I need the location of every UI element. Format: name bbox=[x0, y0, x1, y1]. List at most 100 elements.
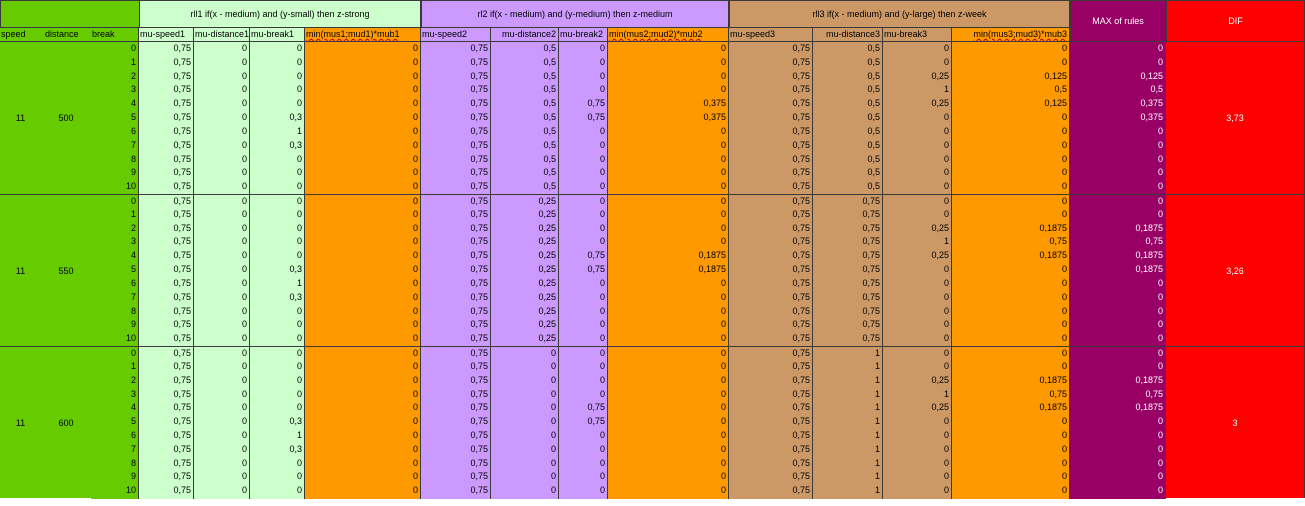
data-cell[interactable]: 0 bbox=[608, 484, 729, 499]
data-cell[interactable]: 0 bbox=[250, 97, 305, 112]
data-cell[interactable]: 0,5 bbox=[491, 180, 559, 195]
max-cell[interactable]: 0,1875 bbox=[1070, 249, 1166, 264]
break-header-cell[interactable]: break bbox=[91, 28, 139, 42]
break-cell[interactable]: 2 bbox=[91, 373, 139, 388]
data-cell[interactable]: 0 bbox=[194, 332, 250, 347]
data-cell[interactable]: 0 bbox=[559, 470, 608, 485]
data-cell[interactable]: 0 bbox=[250, 318, 305, 333]
data-cell[interactable]: 0,75 bbox=[139, 373, 194, 388]
data-cell[interactable]: 0,75 bbox=[729, 401, 813, 416]
data-cell[interactable]: 0,25 bbox=[491, 249, 559, 264]
data-cell[interactable]: 0 bbox=[305, 55, 421, 71]
data-cell[interactable]: 0 bbox=[305, 470, 421, 485]
data-cell[interactable]: 0,25 bbox=[491, 290, 559, 306]
data-cell[interactable]: 0 bbox=[952, 456, 1070, 471]
data-cell[interactable]: 0,75 bbox=[952, 235, 1070, 250]
data-cell[interactable]: 0 bbox=[559, 442, 608, 458]
data-cell[interactable]: 0,5 bbox=[813, 124, 883, 140]
data-cell[interactable]: 0,75 bbox=[729, 221, 813, 236]
break-cell[interactable]: 1 bbox=[91, 359, 139, 375]
data-cell[interactable]: 0 bbox=[305, 97, 421, 112]
data-cell[interactable]: 0 bbox=[305, 221, 421, 236]
data-cell[interactable]: 0 bbox=[305, 124, 421, 140]
data-cell[interactable]: 0 bbox=[883, 194, 952, 209]
data-cell[interactable]: 0,5 bbox=[813, 83, 883, 98]
data-cell[interactable]: 0 bbox=[194, 304, 250, 319]
data-cell[interactable]: 0 bbox=[608, 290, 729, 306]
data-cell[interactable]: 0,75 bbox=[139, 55, 194, 71]
data-cell[interactable]: 0,75 bbox=[139, 97, 194, 112]
data-cell[interactable]: 0 bbox=[883, 470, 952, 485]
data-cell[interactable]: 0 bbox=[608, 470, 729, 485]
data-cell[interactable]: 0,25 bbox=[491, 263, 559, 278]
data-cell[interactable]: 0,5 bbox=[491, 166, 559, 181]
data-cell[interactable]: 1 bbox=[250, 124, 305, 140]
data-cell[interactable]: 0,75 bbox=[421, 456, 491, 471]
data-cell[interactable]: 0,75 bbox=[559, 249, 608, 264]
data-cell[interactable]: 0 bbox=[305, 304, 421, 319]
data-cell[interactable]: 0 bbox=[952, 346, 1070, 361]
data-cell[interactable]: 0 bbox=[559, 138, 608, 154]
data-cell[interactable]: 0,75 bbox=[729, 263, 813, 278]
max-cell[interactable]: 0 bbox=[1070, 207, 1166, 223]
data-cell[interactable]: 0,75 bbox=[139, 152, 194, 167]
data-cell[interactable]: 0,75 bbox=[729, 387, 813, 402]
data-cell[interactable]: 0 bbox=[194, 276, 250, 292]
max-of-rules-header[interactable]: MAX of rules bbox=[1070, 0, 1166, 42]
rule1-header[interactable]: rll1 if(x - medium) and (y-small) then z… bbox=[139, 0, 421, 28]
data-cell[interactable]: 0 bbox=[883, 442, 952, 458]
data-cell[interactable]: 0 bbox=[952, 138, 1070, 154]
data-cell[interactable]: 0 bbox=[250, 83, 305, 98]
speed-cell[interactable]: 11 bbox=[0, 194, 41, 347]
data-cell[interactable]: 0,5 bbox=[491, 124, 559, 140]
data-cell[interactable]: 0,25 bbox=[491, 332, 559, 347]
speed-cell[interactable]: 11 bbox=[0, 42, 41, 195]
data-cell[interactable]: 1 bbox=[813, 456, 883, 471]
data-cell[interactable]: 0,75 bbox=[421, 428, 491, 444]
data-cell[interactable]: 0 bbox=[883, 428, 952, 444]
data-cell[interactable]: 0 bbox=[559, 428, 608, 444]
data-cell[interactable]: 0 bbox=[305, 166, 421, 181]
data-cell[interactable]: 0,75 bbox=[139, 290, 194, 306]
data-cell[interactable]: 0,75 bbox=[139, 111, 194, 126]
data-cell[interactable]: 0 bbox=[194, 428, 250, 444]
data-cell[interactable]: 0 bbox=[194, 401, 250, 416]
data-cell[interactable]: 0,75 bbox=[421, 276, 491, 292]
data-cell[interactable]: 0,75 bbox=[421, 55, 491, 71]
data-cell[interactable]: 0 bbox=[305, 111, 421, 126]
data-cell[interactable]: 0 bbox=[559, 359, 608, 375]
data-cell[interactable]: 0 bbox=[608, 387, 729, 402]
max-cell[interactable]: 0,1875 bbox=[1070, 373, 1166, 388]
data-cell[interactable]: 0,3 bbox=[250, 442, 305, 458]
data-cell[interactable]: 0,375 bbox=[608, 97, 729, 112]
data-cell[interactable]: 0 bbox=[608, 166, 729, 181]
data-cell[interactable]: 0 bbox=[608, 207, 729, 223]
data-cell[interactable]: 0,1875 bbox=[952, 249, 1070, 264]
break-cell[interactable]: 9 bbox=[91, 470, 139, 485]
data-cell[interactable]: 0,75 bbox=[729, 152, 813, 167]
data-cell[interactable]: 0,75 bbox=[139, 207, 194, 223]
data-cell[interactable]: 0,75 bbox=[421, 111, 491, 126]
data-cell[interactable]: 0 bbox=[491, 401, 559, 416]
break-cell[interactable]: 2 bbox=[91, 69, 139, 84]
data-cell[interactable]: 1 bbox=[813, 428, 883, 444]
data-cell[interactable]: 1 bbox=[813, 346, 883, 361]
data-cell[interactable]: 0 bbox=[883, 346, 952, 361]
data-cell[interactable]: 0 bbox=[608, 346, 729, 361]
data-cell[interactable]: 0 bbox=[559, 42, 608, 57]
data-cell[interactable]: 0,75 bbox=[729, 207, 813, 223]
data-cell[interactable]: 0,25 bbox=[491, 207, 559, 223]
data-cell[interactable]: 0 bbox=[559, 207, 608, 223]
max-cell[interactable]: 0 bbox=[1070, 415, 1166, 430]
data-cell[interactable]: 0 bbox=[883, 304, 952, 319]
data-cell[interactable]: 0 bbox=[952, 180, 1070, 195]
speed-cell[interactable]: 11 bbox=[0, 346, 41, 499]
max-cell[interactable]: 0 bbox=[1070, 484, 1166, 499]
distance-cell[interactable]: 550 bbox=[41, 194, 91, 347]
data-cell[interactable]: 0,3 bbox=[250, 263, 305, 278]
data-cell[interactable]: 0 bbox=[194, 152, 250, 167]
data-cell[interactable]: 0 bbox=[608, 318, 729, 333]
data-cell[interactable]: 0 bbox=[883, 456, 952, 471]
data-cell[interactable]: 0 bbox=[305, 484, 421, 499]
break-cell[interactable]: 6 bbox=[91, 428, 139, 444]
